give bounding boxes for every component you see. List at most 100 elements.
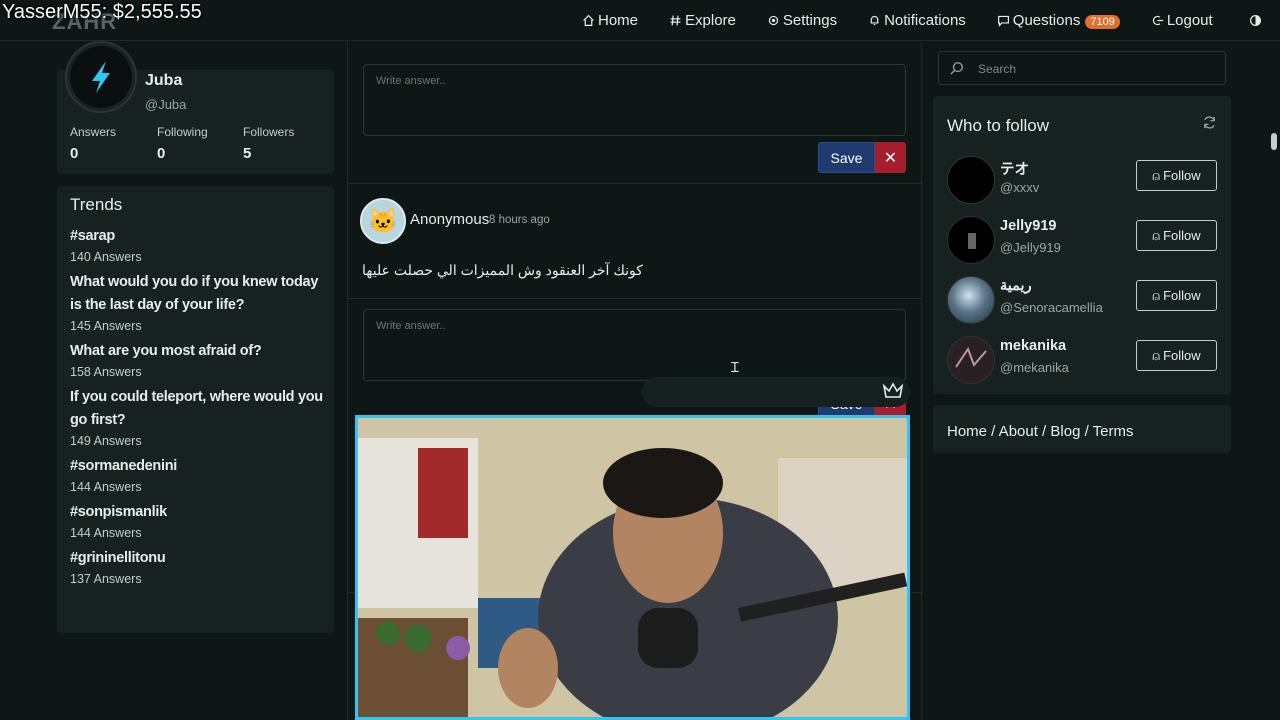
- trends-list: #sarap 140 Answers What would you do if y…: [70, 225, 325, 593]
- stat-followers-value[interactable]: 5: [243, 145, 251, 162]
- trend-name[interactable]: #sarap: [70, 225, 325, 248]
- nav-home[interactable]: Home: [582, 12, 638, 29]
- trend-item[interactable]: #grininellitonu 137 Answers: [70, 547, 325, 588]
- answer-textarea[interactable]: Write answer..: [363, 64, 906, 136]
- trend-count: 145 Answers: [70, 319, 142, 333]
- footer-links[interactable]: Home / About / Blog / Terms: [947, 423, 1133, 440]
- user-handle: @Senoracamellia: [1000, 300, 1103, 315]
- user-plus-icon: ⍝: [1152, 347, 1161, 363]
- trend-item[interactable]: What are you most afraid of? 158 Answers: [70, 340, 325, 381]
- profile-handle: @Juba: [145, 97, 187, 112]
- nav-logout[interactable]: Logout: [1151, 12, 1213, 29]
- webcam-feed: [355, 415, 910, 720]
- follow-button[interactable]: ⍝ Follow: [1136, 340, 1217, 371]
- follow-suggestion: mekanika @mekanika ⍝ Follow: [947, 336, 1217, 384]
- theme-toggle[interactable]: [1249, 12, 1262, 29]
- trend-count: 137 Answers: [70, 572, 142, 586]
- trend-count: 144 Answers: [70, 526, 142, 540]
- user-avatar[interactable]: [947, 216, 995, 264]
- refresh-icon[interactable]: [1202, 115, 1217, 130]
- profile-name[interactable]: Juba: [145, 72, 182, 90]
- stream-donation-overlay: YasserM55: $2,555.55: [2, 1, 202, 23]
- who-to-follow-title: Who to follow: [947, 116, 1050, 135]
- nav-notifications-label: Notifications: [884, 12, 966, 29]
- stat-following-value[interactable]: 0: [157, 145, 165, 162]
- follow-button[interactable]: ⍝ Follow: [1136, 220, 1217, 251]
- trend-name[interactable]: If you could teleport, where would you g…: [70, 386, 325, 432]
- trend-name[interactable]: What would you do if you knew today is t…: [70, 271, 325, 317]
- feed-divider: [348, 183, 921, 184]
- question-author[interactable]: Anonymous: [410, 211, 489, 228]
- text-cursor-icon: Ɪ: [731, 359, 739, 375]
- trend-item[interactable]: If you could teleport, where would you g…: [70, 386, 325, 450]
- user-avatar-image: [968, 233, 976, 249]
- nav-questions-label: Questions: [1012, 12, 1081, 29]
- user-name[interactable]: mekanika: [1000, 338, 1066, 354]
- nav-logout-label: Logout: [1166, 12, 1213, 29]
- user-name[interactable]: ريمية: [1000, 278, 1032, 294]
- nav-questions[interactable]: Questions 7109: [997, 12, 1120, 29]
- profile-avatar[interactable]: [65, 41, 137, 113]
- nav-settings[interactable]: Settings: [767, 12, 837, 29]
- search-icon: [950, 62, 963, 75]
- bell-icon: [870, 15, 879, 26]
- nav-explore[interactable]: Explore: [669, 12, 736, 29]
- trend-item[interactable]: What would you do if you knew today is t…: [70, 271, 325, 335]
- stat-followers-label: Followers: [243, 125, 295, 139]
- scrollbar-thumb[interactable]: [1271, 133, 1277, 150]
- feed-divider: [348, 298, 921, 299]
- user-handle: @xxxv: [1000, 180, 1040, 195]
- user-handle: @mekanika: [1000, 360, 1069, 375]
- anonymous-cat-avatar[interactable]: 🐱: [360, 198, 406, 244]
- user-avatar[interactable]: [947, 276, 995, 324]
- trend-count: 144 Answers: [70, 480, 142, 494]
- user-avatar-image: [955, 346, 987, 368]
- trend-count: 158 Answers: [70, 365, 142, 379]
- stat-answers-value[interactable]: 0: [70, 145, 78, 162]
- answer-textarea[interactable]: Write answer..: [363, 309, 906, 381]
- follow-label: Follow: [1163, 168, 1201, 183]
- trend-item[interactable]: #sonpismanlik 144 Answers: [70, 501, 325, 542]
- user-plus-icon: ⍝: [1152, 287, 1161, 303]
- trend-item[interactable]: #sarap 140 Answers: [70, 225, 325, 266]
- crown-icon: [882, 382, 904, 405]
- trend-name[interactable]: #grininellitonu: [70, 547, 325, 570]
- lightning-logo-icon: [70, 46, 132, 108]
- trend-name[interactable]: #sormanedenini: [70, 455, 325, 478]
- user-avatar[interactable]: [947, 336, 995, 384]
- hash-icon: [670, 15, 681, 26]
- cancel-button[interactable]: ✕: [875, 142, 906, 173]
- logout-icon: [1152, 15, 1163, 26]
- questions-count-badge: 7109: [1085, 14, 1120, 29]
- save-button[interactable]: Save: [818, 142, 875, 173]
- follow-label: Follow: [1163, 348, 1201, 363]
- gear-icon: [768, 15, 779, 26]
- user-plus-icon: ⍝: [1152, 227, 1161, 243]
- trends-title: Trends: [70, 195, 123, 214]
- trend-count: 149 Answers: [70, 434, 142, 448]
- nav-notifications[interactable]: Notifications: [868, 12, 966, 29]
- follow-button[interactable]: ⍝ Follow: [1136, 160, 1217, 191]
- contrast-icon: [1249, 15, 1261, 26]
- follow-suggestion: Jelly919 @Jelly919 ⍝ Follow: [947, 216, 1217, 264]
- stream-overlay-bar: [642, 377, 910, 407]
- user-avatar[interactable]: [947, 156, 995, 204]
- trend-item[interactable]: #sormanedenini 144 Answers: [70, 455, 325, 496]
- webcam-scene: [358, 418, 907, 717]
- user-handle: @Jelly919: [1000, 240, 1061, 255]
- follow-button[interactable]: ⍝ Follow: [1136, 280, 1217, 311]
- follow-label: Follow: [1163, 228, 1201, 243]
- stat-following-label: Following: [157, 125, 208, 139]
- trend-name[interactable]: #sonpismanlik: [70, 501, 325, 524]
- trend-name[interactable]: What are you most afraid of?: [70, 340, 325, 363]
- user-name[interactable]: テオ: [1000, 158, 1029, 179]
- follow-suggestion: ريمية @Senoracamellia ⍝ Follow: [947, 276, 1217, 324]
- question-text[interactable]: كونك آخر العنقود وش المميزات الي حصلت عل…: [362, 262, 643, 279]
- nav-explore-label: Explore: [685, 12, 736, 29]
- user-plus-icon: ⍝: [1152, 167, 1161, 183]
- search-input[interactable]: Search: [938, 51, 1226, 85]
- search-placeholder: Search: [978, 62, 1017, 76]
- user-name[interactable]: Jelly919: [1000, 218, 1056, 234]
- question-time: 8 hours ago: [489, 214, 550, 226]
- nav-home-label: Home: [598, 12, 639, 29]
